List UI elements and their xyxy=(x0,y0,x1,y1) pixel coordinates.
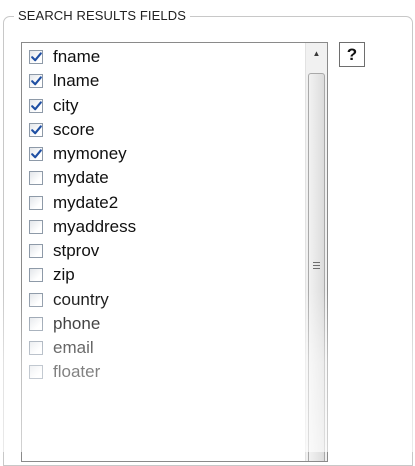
field-item-phone[interactable]: phone xyxy=(22,313,292,337)
listbox-scrollbar[interactable]: ▲ xyxy=(305,43,327,461)
field-item-lname[interactable]: lname xyxy=(22,70,292,94)
field-item-fname[interactable]: fname xyxy=(22,46,292,70)
checkbox-floater[interactable] xyxy=(29,365,43,380)
checkbox-stprov[interactable] xyxy=(29,244,43,258)
checkbox-mydate[interactable] xyxy=(29,171,43,186)
fields-listbox[interactable]: fname lname city score mymoney mydate mydate2 m… xyxy=(21,42,328,462)
field-label: lname xyxy=(53,71,100,91)
field-label: myaddress xyxy=(53,216,137,236)
field-item-country[interactable]: country xyxy=(22,289,292,313)
scroll-grip-icon xyxy=(313,262,320,271)
field-item-score[interactable]: score xyxy=(22,119,292,143)
field-item-myaddress[interactable]: myaddress xyxy=(22,216,292,240)
field-item-email[interactable]: email xyxy=(22,337,292,361)
scrollbar-thumb[interactable] xyxy=(308,73,325,461)
field-item-mymoney[interactable]: mymoney xyxy=(22,143,292,167)
checkmark-icon xyxy=(30,100,42,110)
section-legend: SEARCH RESULTS FIELDS xyxy=(14,8,191,24)
field-item-mydate2[interactable]: mydate2 xyxy=(22,192,292,216)
field-label: fname xyxy=(53,47,101,66)
field-label: score xyxy=(53,119,95,139)
checkbox-mymoney[interactable] xyxy=(29,147,43,161)
field-item-city[interactable]: city xyxy=(22,95,292,119)
field-label: zip xyxy=(53,265,75,285)
field-label: stprov xyxy=(53,241,100,260)
field-label: mydate2 xyxy=(53,192,119,212)
fields-list: fname lname city score mymoney mydate mydate2 m… xyxy=(22,46,292,386)
checkbox-myaddress[interactable] xyxy=(29,219,43,234)
checkbox-mydate2[interactable] xyxy=(29,195,43,210)
field-label: city xyxy=(53,95,79,115)
field-label: mymoney xyxy=(53,144,127,163)
field-label: country xyxy=(53,289,109,309)
help-button[interactable]: ? xyxy=(339,42,365,67)
field-label: email xyxy=(53,338,94,357)
checkbox-country[interactable] xyxy=(29,292,43,307)
checkbox-city[interactable] xyxy=(29,98,43,113)
checkbox-score[interactable] xyxy=(29,122,43,137)
scroll-up-arrow-icon[interactable]: ▲ xyxy=(308,45,325,62)
checkmark-icon xyxy=(30,52,42,62)
field-label: floater xyxy=(53,362,101,382)
field-item-mydate[interactable]: mydate xyxy=(22,167,292,191)
checkmark-icon xyxy=(30,76,42,86)
checkmark-icon xyxy=(30,149,42,159)
checkbox-lname[interactable] xyxy=(29,74,43,89)
field-label: mydate xyxy=(53,168,109,188)
field-item-stprov[interactable]: stprov xyxy=(22,240,292,264)
checkbox-fname[interactable] xyxy=(29,50,43,64)
field-item-floater[interactable]: floater xyxy=(22,361,292,385)
checkbox-zip[interactable] xyxy=(29,268,43,283)
checkbox-email[interactable] xyxy=(29,341,43,355)
field-label: phone xyxy=(53,313,101,333)
checkmark-icon xyxy=(30,125,42,134)
field-item-zip[interactable]: zip xyxy=(22,264,292,288)
checkbox-phone[interactable] xyxy=(29,316,43,331)
